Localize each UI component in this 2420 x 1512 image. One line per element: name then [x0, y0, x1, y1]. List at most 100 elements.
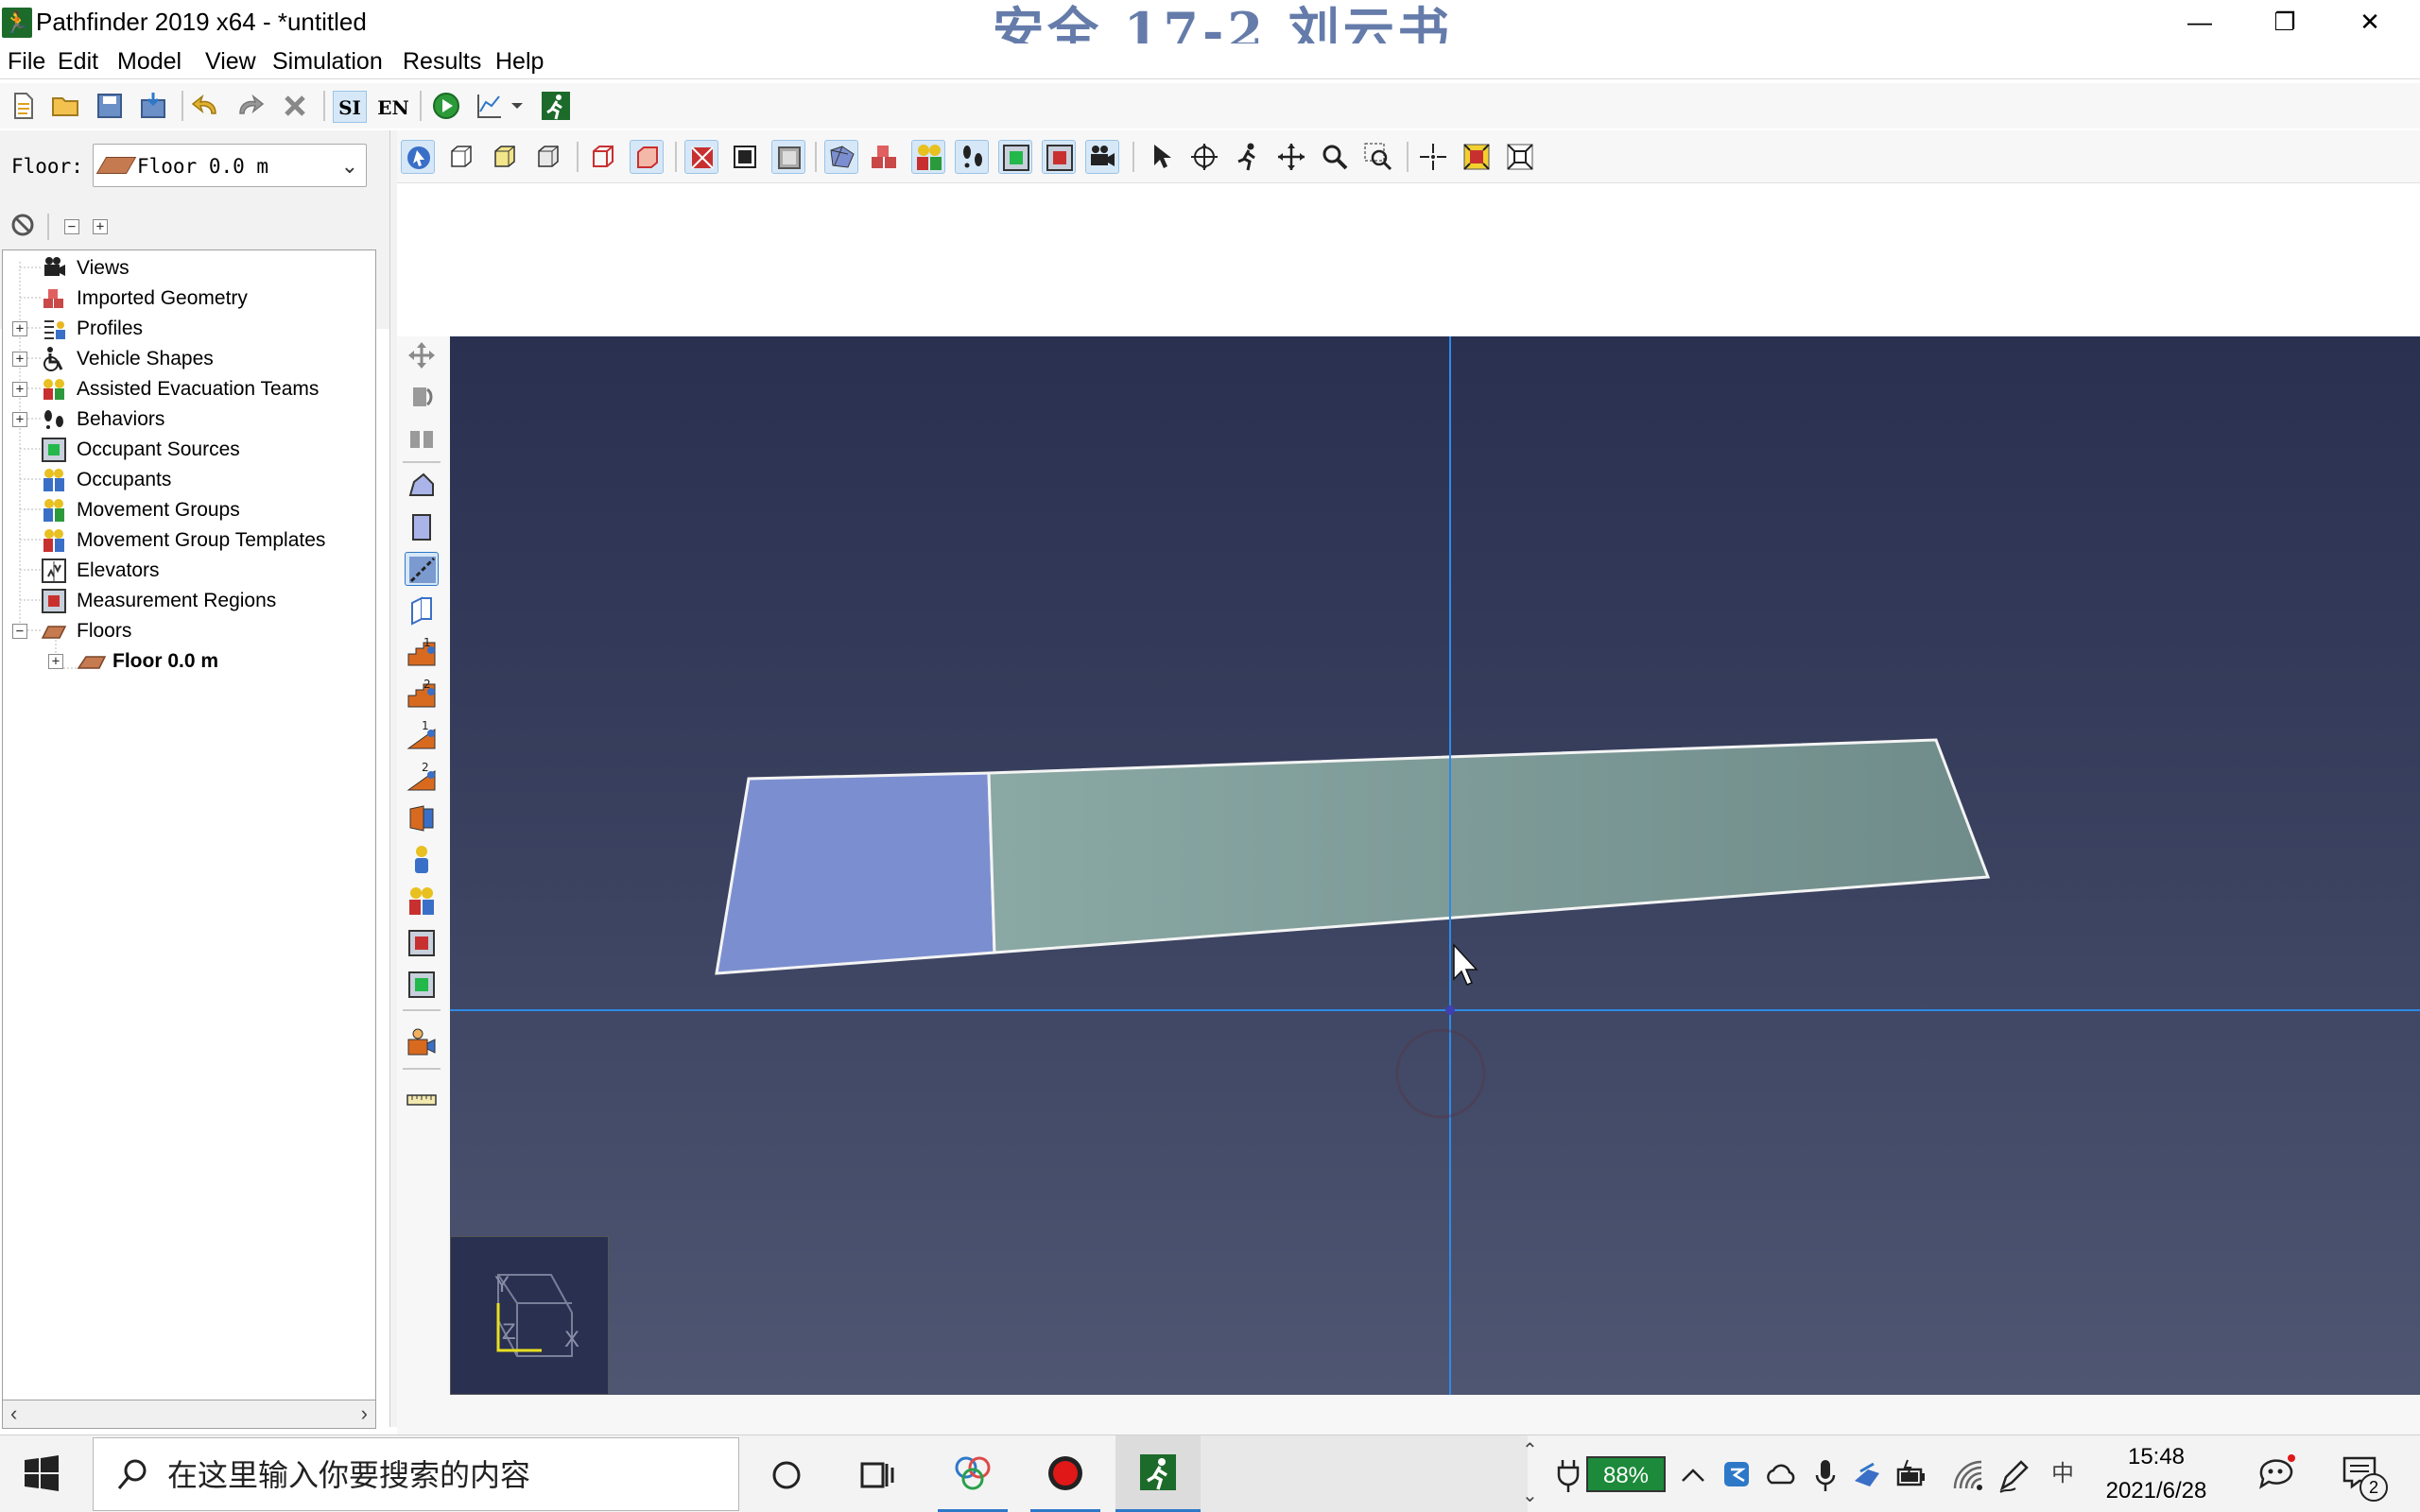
add-occupant-icon[interactable]: [405, 843, 439, 877]
menu-model[interactable]: Model: [117, 47, 182, 76]
add-camera-icon[interactable]: [405, 1026, 439, 1060]
expand-icon[interactable]: +: [12, 382, 27, 397]
show-navmesh-icon[interactable]: [824, 140, 858, 174]
pan-tool-icon[interactable]: [1274, 140, 1308, 174]
clock-time[interactable]: 15:48: [2095, 1443, 2218, 1471]
select-tool-icon[interactable]: [1144, 140, 1178, 174]
collapse-icon[interactable]: −: [12, 624, 27, 639]
orientation-cube[interactable]: Y Z X: [450, 1236, 609, 1395]
show-occupants-icon[interactable]: [911, 140, 945, 174]
tree-item-movement-groups[interactable]: Movement Groups: [3, 496, 372, 524]
show-rooms-icon[interactable]: [771, 140, 805, 174]
ramp-1-icon[interactable]: 1: [405, 718, 439, 752]
menu-help[interactable]: Help: [495, 47, 544, 76]
scroll-right-icon[interactable]: ›: [361, 1402, 368, 1425]
task-view-icon[interactable]: [858, 1456, 896, 1494]
tree-item-occupants[interactable]: Occupants: [3, 466, 372, 494]
add-occupant-source-icon[interactable]: [405, 968, 439, 1002]
scroll-down-icon[interactable]: ⌄: [1522, 1486, 1538, 1505]
menu-simulation[interactable]: Simulation: [272, 47, 383, 76]
3d-viewport[interactable]: Y Z X: [450, 336, 2420, 1395]
move-tool-icon[interactable]: [405, 338, 439, 372]
add-measurement-region-icon[interactable]: [405, 926, 439, 960]
expand-icon[interactable]: +: [12, 352, 27, 367]
show-geometry-icon[interactable]: [684, 140, 718, 174]
show-imported-geometry-icon[interactable]: [868, 140, 902, 174]
tree-item-vehicle-shapes[interactable]: + Vehicle Shapes: [3, 345, 372, 373]
elevator-tool-icon[interactable]: [405, 801, 439, 835]
menu-view[interactable]: View: [205, 47, 256, 76]
battery-tray-icon[interactable]: [1894, 1456, 1927, 1494]
redo-icon[interactable]: [233, 89, 267, 123]
onedrive-icon[interactable]: [1764, 1456, 1798, 1494]
tree-item-profiles[interactable]: + Profiles: [3, 315, 372, 343]
filter-icon[interactable]: [6, 208, 40, 242]
taskbar-search-box[interactable]: 在这里输入你要搜索的内容: [93, 1437, 739, 1511]
restore-button[interactable]: ❐: [2242, 0, 2327, 43]
panel-splitter[interactable]: [389, 130, 397, 1427]
si-units-button[interactable]: SI: [333, 91, 367, 123]
solid-view-icon[interactable]: [630, 140, 664, 174]
undo-icon[interactable]: [189, 89, 223, 123]
scroll-up-icon[interactable]: ⌃: [1522, 1441, 1538, 1460]
tray-app-icon[interactable]: [1720, 1456, 1753, 1494]
taskbar-app-pathfinder[interactable]: [1115, 1435, 1201, 1512]
stair-up-2-icon[interactable]: 2: [405, 677, 439, 711]
view-side-icon[interactable]: [531, 140, 565, 174]
tree-horizontal-scrollbar[interactable]: ‹ ›: [2, 1400, 376, 1429]
ramp-2-icon[interactable]: 2: [405, 760, 439, 794]
pathfinder-results-icon[interactable]: [539, 89, 573, 123]
walk-tool-icon[interactable]: [1231, 140, 1265, 174]
save-as-icon[interactable]: [136, 89, 170, 123]
delete-icon[interactable]: [278, 89, 312, 123]
wireframe-icon[interactable]: [586, 140, 620, 174]
show-sources-icon[interactable]: [998, 140, 1032, 174]
stair-up-1-icon[interactable]: 1: [405, 635, 439, 669]
floor-dropdown[interactable]: Floor 0.0 m ⌄: [93, 144, 367, 187]
tray-app-2-icon[interactable]: [1851, 1456, 1883, 1494]
navigate-view-icon[interactable]: [401, 140, 435, 174]
center-view-icon[interactable]: [1416, 140, 1450, 174]
tree-item-imported-geometry[interactable]: Imported Geometry: [3, 284, 372, 313]
open-folder-icon[interactable]: [49, 89, 83, 123]
measure-tool-icon[interactable]: [405, 1083, 439, 1117]
show-cameras-icon[interactable]: [1085, 140, 1119, 174]
input-method-indicator[interactable]: 中: [2046, 1460, 2080, 1488]
wechat-notify-icon[interactable]: [2256, 1452, 2297, 1494]
view-top-icon[interactable]: [444, 140, 478, 174]
show-paths-icon[interactable]: [955, 140, 989, 174]
view-front-icon[interactable]: [488, 140, 522, 174]
tree-item-assisted-evacuation-teams[interactable]: + Assisted Evacuation Teams: [3, 375, 372, 404]
expand-icon[interactable]: +: [48, 654, 63, 669]
tree-item-views[interactable]: Views: [3, 254, 372, 283]
battery-indicator[interactable]: 88%: [1586, 1456, 1666, 1492]
thin-wall-icon[interactable]: [405, 552, 439, 586]
zoom-box-tool-icon[interactable]: [1361, 140, 1395, 174]
expand-icon[interactable]: +: [12, 412, 27, 427]
run-simulation-icon[interactable]: [429, 89, 463, 123]
zoom-extents-icon[interactable]: [1460, 140, 1494, 174]
tree-item-elevators[interactable]: Elevators: [3, 557, 372, 585]
room-blue[interactable]: [715, 771, 996, 975]
save-icon[interactable]: [93, 89, 127, 123]
microphone-icon[interactable]: [1811, 1456, 1840, 1494]
tree-item-behaviors[interactable]: + Behaviors: [3, 405, 372, 434]
show-walls-icon[interactable]: [728, 140, 762, 174]
cortana-icon[interactable]: [768, 1456, 805, 1494]
show-measurement-regions-icon[interactable]: [1042, 140, 1076, 174]
new-file-icon[interactable]: [6, 89, 40, 123]
collapse-all-icon[interactable]: −: [64, 219, 79, 234]
door-tool-icon[interactable]: [405, 593, 439, 627]
copy-tool-icon[interactable]: [405, 421, 439, 455]
tree-item-occupant-sources[interactable]: Occupant Sources: [3, 436, 372, 464]
zoom-selected-icon[interactable]: [1503, 140, 1537, 174]
scroll-left-icon[interactable]: ‹: [10, 1402, 17, 1425]
clock-date[interactable]: 2021/6/28: [2089, 1477, 2223, 1505]
wifi-icon[interactable]: [1951, 1456, 1983, 1494]
tree-item-floor-0[interactable]: + Floor 0.0 m: [3, 647, 372, 676]
room-corridor[interactable]: [987, 738, 1991, 954]
menu-edit[interactable]: Edit: [58, 47, 98, 76]
taskbar-app-recorder[interactable]: [1030, 1435, 1100, 1512]
minimize-button[interactable]: —: [2157, 0, 2242, 43]
polygon-room-icon[interactable]: [405, 469, 439, 503]
